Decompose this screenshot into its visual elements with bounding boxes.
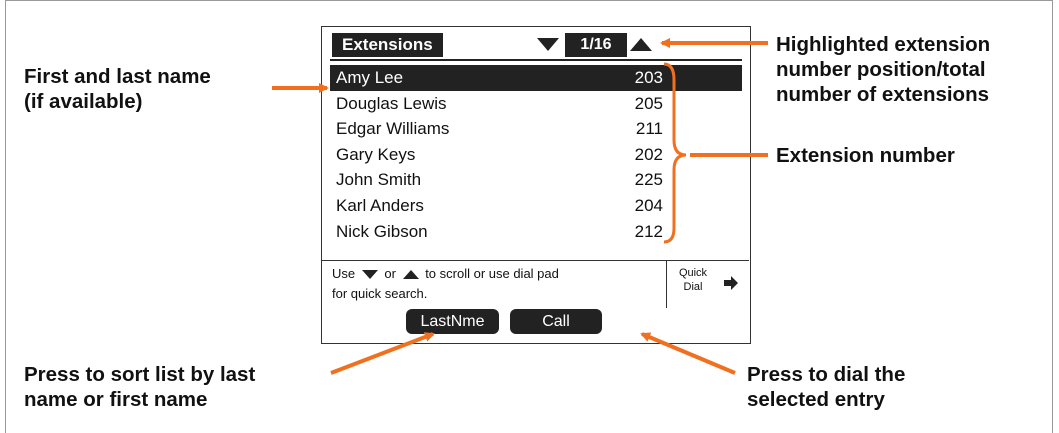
annotation-extension: Extension number bbox=[776, 144, 955, 167]
annotation-position-line-1: Highlighted extension bbox=[776, 33, 991, 56]
sort-callout-arrow bbox=[330, 332, 435, 375]
annotation-name-line-2: (if available) bbox=[24, 90, 143, 113]
annotation-sort-line-2: name or first name bbox=[24, 388, 208, 411]
annotation-position-line-3: number of extensions bbox=[776, 83, 990, 106]
annotation-position: Highlighted extension number position/to… bbox=[776, 32, 990, 107]
annotation-sort-line-1: Press to sort list by last bbox=[24, 363, 256, 386]
extension-bracket bbox=[663, 62, 687, 244]
dial-callout-arrow bbox=[640, 332, 736, 375]
annotation-dial-line-1: Press to dial the bbox=[747, 363, 906, 386]
annotation-sort: Press to sort list by last name or first… bbox=[24, 362, 255, 412]
annotation-name: First and last name (if available) bbox=[24, 64, 211, 114]
annotation-name-line-1: First and last name bbox=[24, 65, 211, 88]
annotation-dial-line-2: selected entry bbox=[747, 388, 885, 411]
annotation-dial: Press to dial the selected entry bbox=[747, 362, 905, 412]
annotation-position-line-2: number position/total bbox=[776, 58, 986, 81]
